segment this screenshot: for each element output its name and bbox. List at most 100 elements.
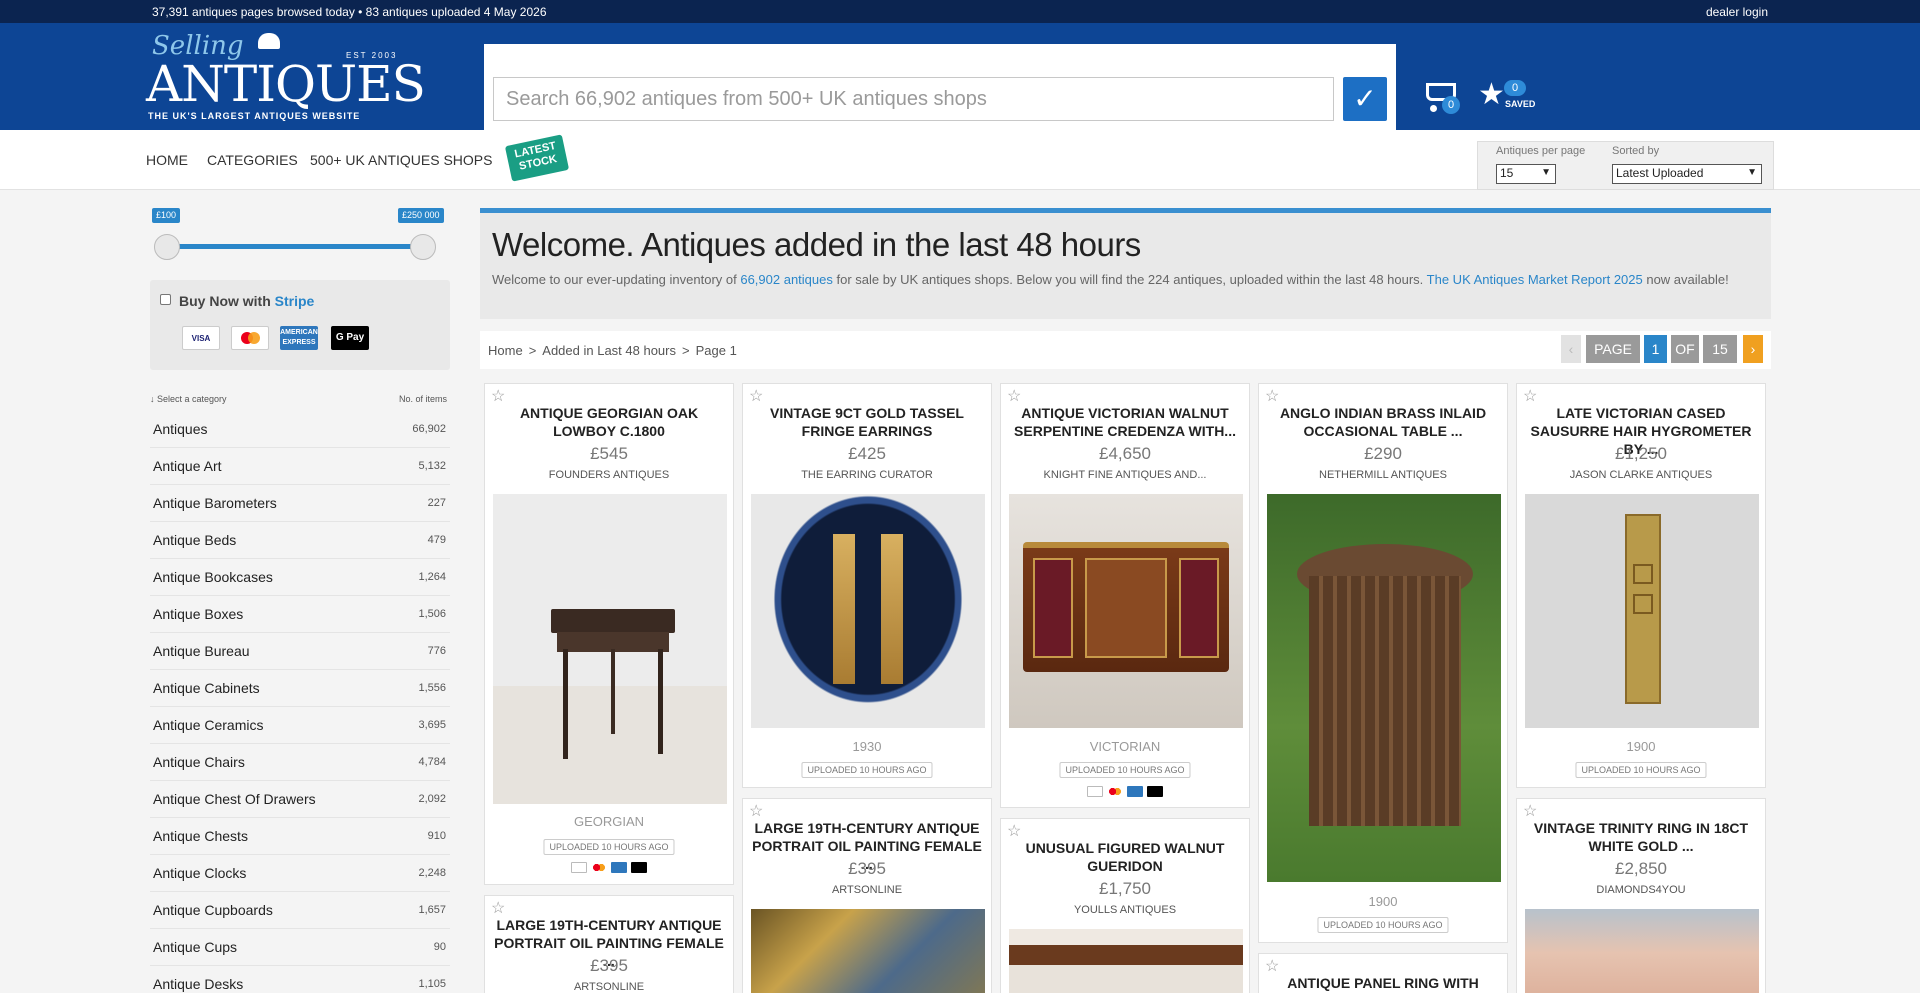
category-item[interactable]: Antique Cabinets 1,556 <box>150 670 450 707</box>
product-price: £2,850 <box>1615 859 1667 878</box>
product-card[interactable]: ☆ VINTAGE 9CT GOLD TASSEL FRINGE EARRING… <box>742 383 992 788</box>
save-star-icon[interactable]: ☆ <box>1007 821 1021 841</box>
product-image[interactable] <box>1009 929 1243 993</box>
visa-icon: VISA <box>182 326 220 350</box>
per-page-select[interactable]: 15 ▼ <box>1496 164 1556 184</box>
page-title: Welcome. Antiques added in the last 48 h… <box>492 226 1141 263</box>
dealer-login-link[interactable]: dealer login <box>1706 5 1768 19</box>
category-item[interactable]: Antique Cups 90 <box>150 929 450 966</box>
pager-total-pages[interactable]: 15 <box>1703 335 1737 363</box>
category-item[interactable]: Antiques 66,902 <box>150 411 450 448</box>
product-dealer[interactable]: KNIGHT FINE ANTIQUES AND... <box>1001 469 1249 481</box>
save-star-icon[interactable]: ☆ <box>1265 956 1279 976</box>
product-title[interactable]: ANTIQUE VICTORIAN WALNUT SERPENTINE CRED… <box>1007 404 1243 440</box>
site-stats: 37,391 antiques pages browsed today • 83… <box>152 5 547 19</box>
buy-now-checkbox[interactable] <box>160 294 171 305</box>
product-card[interactable]: ☆ VINTAGE TRINITY RING IN 18CT WHITE GOL… <box>1516 798 1766 993</box>
category-item[interactable]: Antique Chest Of Drawers 2,092 <box>150 781 450 818</box>
product-period: 1900 <box>1626 739 1656 754</box>
category-item[interactable]: Antique Desks 1,105 <box>150 966 450 993</box>
save-star-icon[interactable]: ☆ <box>491 898 505 918</box>
breadcrumb-home[interactable]: Home <box>488 343 523 358</box>
product-title[interactable]: VINTAGE TRINITY RING IN 18CT WHITE GOLD … <box>1523 819 1759 855</box>
save-star-icon[interactable]: ☆ <box>1265 386 1279 406</box>
product-card[interactable]: ☆ UNUSUAL FIGURED WALNUT GUERIDON £1,750… <box>1000 818 1250 993</box>
product-image[interactable] <box>751 494 985 728</box>
save-star-icon[interactable]: ☆ <box>1523 801 1537 821</box>
product-title[interactable]: VINTAGE 9CT GOLD TASSEL FRINGE EARRINGS <box>749 404 985 440</box>
product-price: £1,750 <box>1099 879 1151 898</box>
category-item[interactable]: Antique Barometers 227 <box>150 485 450 522</box>
saved-star-icon[interactable]: ★ <box>1478 80 1505 110</box>
category-item[interactable]: Antique Beds 479 <box>150 522 450 559</box>
product-title[interactable]: ANTIQUE GEORGIAN OAK LOWBOY C.1800 <box>491 404 727 440</box>
category-item[interactable]: Antique Bureau 776 <box>150 633 450 670</box>
product-dealer[interactable]: THE EARRING CURATOR <box>743 469 991 481</box>
product-uploaded: UPLOADED 10 HOURS AGO <box>1317 917 1449 933</box>
sort-select[interactable]: Latest Uploaded ▼ <box>1612 164 1762 184</box>
nav-categories[interactable]: CATEGORIES <box>207 152 298 168</box>
product-dealer[interactable]: FOUNDERS ANTIQUES <box>485 469 733 481</box>
save-star-icon[interactable]: ☆ <box>749 801 763 821</box>
site-logo[interactable]: Selling EST 2003 ANTIQUES THE UK'S LARGE… <box>146 31 426 123</box>
product-dealer[interactable]: NETHERMILL ANTIQUES <box>1259 469 1507 481</box>
product-title[interactable]: UNUSUAL FIGURED WALNUT GUERIDON <box>1007 839 1243 875</box>
price-max-badge: £250 000 <box>398 208 444 223</box>
price-min-handle[interactable] <box>154 234 180 260</box>
breadcrumb-added[interactable]: Added in Last 48 hours <box>542 343 676 358</box>
category-item[interactable]: Antique Chairs 4,784 <box>150 744 450 781</box>
pager-next-button[interactable]: › <box>1743 335 1763 363</box>
category-item[interactable]: Antique Clocks 2,248 <box>150 855 450 892</box>
product-dealer[interactable]: JASON CLARKE ANTIQUES <box>1517 469 1765 481</box>
save-star-icon[interactable]: ☆ <box>491 386 505 406</box>
nav-shops[interactable]: 500+ UK ANTIQUES SHOPS <box>310 152 492 168</box>
save-star-icon[interactable]: ☆ <box>749 386 763 406</box>
product-card[interactable]: ☆ ANGLO INDIAN BRASS INLAID OCCASIONAL T… <box>1258 383 1508 943</box>
category-item[interactable]: Antique Cupboards 1,657 <box>150 892 450 929</box>
search-input[interactable]: Search 66,902 antiques from 500+ UK anti… <box>493 77 1334 121</box>
product-image[interactable] <box>1267 494 1501 882</box>
product-price: £4,650 <box>1099 444 1151 463</box>
product-dealer[interactable]: YOULLS ANTIQUES <box>1001 904 1249 916</box>
search-submit-button[interactable]: ✓ <box>1343 77 1387 121</box>
product-card[interactable]: ☆ ANTIQUE VICTORIAN WALNUT SERPENTINE CR… <box>1000 383 1250 808</box>
category-item[interactable]: Antique Art 5,132 <box>150 448 450 485</box>
product-image[interactable] <box>751 909 985 993</box>
payment-icons <box>1087 786 1163 797</box>
product-card[interactable]: ☆ ANTIQUE PANEL RING WITH <box>1258 953 1508 993</box>
price-max-handle[interactable] <box>410 234 436 260</box>
inventory-link[interactable]: 66,902 antiques <box>740 272 833 287</box>
product-period: GEORGIAN <box>573 814 645 829</box>
product-price: £395 <box>848 859 886 878</box>
breadcrumb: Home > Added in Last 48 hours > Page 1 <box>488 343 737 358</box>
product-card[interactable]: ☆ LARGE 19TH-CENTURY ANTIQUE PORTRAIT OI… <box>484 895 734 993</box>
category-item[interactable]: Antique Chests 910 <box>150 818 450 855</box>
pager-page-label: PAGE <box>1586 335 1640 363</box>
product-dealer[interactable]: DIAMONDS4YOU <box>1517 884 1765 896</box>
product-image[interactable] <box>1525 909 1759 993</box>
product-title[interactable]: ANTIQUE PANEL RING WITH <box>1265 974 1501 992</box>
product-card[interactable]: ☆ LARGE 19TH-CENTURY ANTIQUE PORTRAIT OI… <box>742 798 992 993</box>
product-image[interactable] <box>1525 494 1759 728</box>
product-image[interactable] <box>493 494 727 804</box>
product-dealer[interactable]: ARTSONLINE <box>743 884 991 896</box>
product-title[interactable]: ANGLO INDIAN BRASS INLAID OCCASIONAL TAB… <box>1265 404 1501 440</box>
price-range-track[interactable] <box>167 244 423 249</box>
category-item[interactable]: Antique Bookcases 1,264 <box>150 559 450 596</box>
save-star-icon[interactable]: ☆ <box>1523 386 1537 406</box>
market-report-link[interactable]: The UK Antiques Market Report 2025 <box>1427 272 1643 287</box>
save-star-icon[interactable]: ☆ <box>1007 386 1021 406</box>
google-pay-icon: G Pay <box>331 326 369 350</box>
product-card[interactable]: ☆ LATE VICTORIAN CASED SAUSURRE HAIR HYG… <box>1516 383 1766 788</box>
category-item[interactable]: Antique Ceramics 3,695 <box>150 707 450 744</box>
payment-icons <box>571 862 647 873</box>
nav-home[interactable]: HOME <box>146 152 188 168</box>
product-image[interactable] <box>1009 494 1243 728</box>
pager-prev-button[interactable]: ‹ <box>1561 335 1581 363</box>
product-price: £545 <box>590 444 628 463</box>
pager-current-page[interactable]: 1 <box>1644 335 1667 363</box>
product-dealer[interactable]: ARTSONLINE <box>485 981 733 993</box>
mastercard-icon <box>231 326 269 350</box>
category-item[interactable]: Antique Boxes 1,506 <box>150 596 450 633</box>
product-card[interactable]: ☆ ANTIQUE GEORGIAN OAK LOWBOY C.1800 £54… <box>484 383 734 885</box>
